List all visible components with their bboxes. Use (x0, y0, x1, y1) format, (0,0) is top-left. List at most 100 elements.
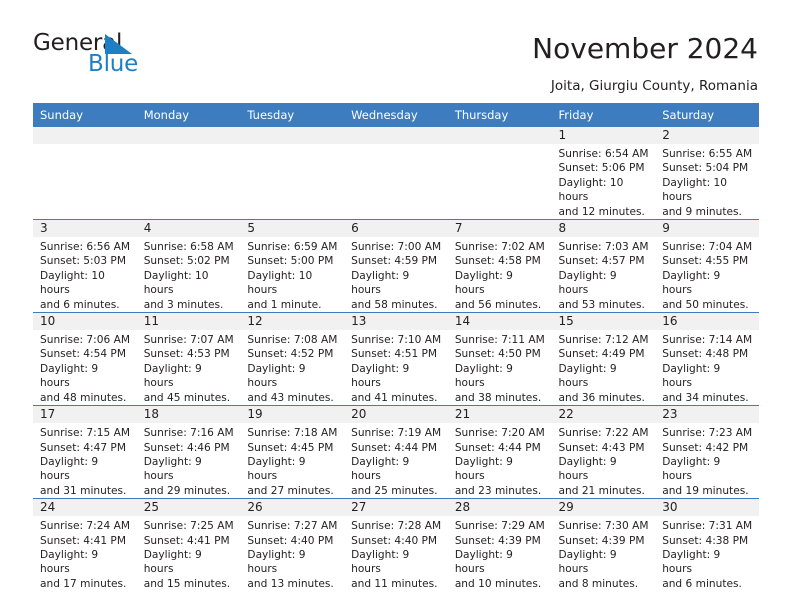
calendar-week-row: 1 Sunrise: 6:54 AM Sunset: 5:06 PM Daylig… (33, 127, 759, 220)
calendar-day-cell[interactable]: 8 Sunrise: 7:03 AM Sunset: 4:57 PM Daylig… (551, 219, 656, 313)
calendar-day-cell[interactable]: 3 Sunrise: 6:56 AM Sunset: 5:03 PM Daylig… (33, 219, 137, 313)
day-sun-info: Sunrise: 7:02 AM Sunset: 4:58 PM Dayligh… (454, 241, 545, 311)
day-sun-info (33, 144, 137, 147)
calendar-day-cell[interactable]: 30 Sunrise: 7:31 AM Sunset: 4:38 PM Dayli… (655, 498, 759, 592)
day-sun-info: Sunrise: 7:06 AM Sunset: 4:54 PM Dayligh… (40, 334, 130, 404)
day-sun-info (344, 144, 448, 147)
day-number (33, 127, 137, 144)
calendar-day-cell[interactable]: 13 Sunrise: 7:10 AM Sunset: 4:51 PM Dayli… (344, 312, 448, 406)
page-header: General Blue November 2024 Joita, Giurgi… (0, 0, 792, 103)
day-sun-info: Sunrise: 6:58 AM Sunset: 5:02 PM Dayligh… (143, 241, 234, 311)
day-number: 11 (136, 313, 241, 331)
calendar-day-cell[interactable]: 2 Sunrise: 6:55 AM Sunset: 5:04 PM Daylig… (655, 127, 759, 220)
day-number: 8 (551, 220, 656, 238)
calendar-day-cell[interactable]: 5 Sunrise: 6:59 AM Sunset: 5:00 PM Daylig… (240, 219, 345, 313)
calendar-day-cell[interactable]: 28 Sunrise: 7:29 AM Sunset: 4:39 PM Dayli… (447, 498, 552, 592)
calendar-day-cell[interactable]: 25 Sunrise: 7:25 AM Sunset: 4:41 PM Dayli… (136, 498, 241, 592)
calendar-day-cell[interactable]: 19 Sunrise: 7:18 AM Sunset: 4:45 PM Dayli… (240, 405, 345, 499)
day-sun-info: Sunrise: 7:10 AM Sunset: 4:51 PM Dayligh… (351, 334, 442, 404)
calendar-day-cell[interactable] (240, 127, 345, 220)
calendar-day-cell[interactable] (33, 127, 137, 220)
day-number: 19 (240, 406, 345, 424)
day-sun-info: Sunrise: 7:15 AM Sunset: 4:47 PM Dayligh… (40, 427, 130, 497)
calendar-day-cell[interactable] (136, 127, 241, 220)
day-number: 10 (33, 313, 137, 331)
day-number: 26 (240, 499, 345, 517)
day-sun-info: Sunrise: 7:14 AM Sunset: 4:48 PM Dayligh… (662, 334, 753, 404)
calendar-day-cell[interactable]: 18 Sunrise: 7:16 AM Sunset: 4:46 PM Dayli… (136, 405, 241, 499)
day-number: 13 (344, 313, 448, 331)
day-number: 12 (240, 313, 345, 331)
weekday-header-saturday: Saturday (655, 103, 759, 127)
calendar-day-cell[interactable]: 4 Sunrise: 6:58 AM Sunset: 5:02 PM Daylig… (136, 219, 241, 313)
day-number: 29 (551, 499, 656, 517)
day-sun-info: Sunrise: 7:22 AM Sunset: 4:43 PM Dayligh… (558, 427, 649, 497)
weekday-header-sunday: Sunday (33, 103, 137, 127)
calendar-day-cell[interactable]: 1 Sunrise: 6:54 AM Sunset: 5:06 PM Daylig… (551, 127, 656, 220)
day-sun-info: Sunrise: 7:07 AM Sunset: 4:53 PM Dayligh… (143, 334, 234, 404)
calendar-week-row: 17 Sunrise: 7:15 AM Sunset: 4:47 PM Dayli… (33, 405, 759, 499)
calendar-day-cell[interactable]: 7 Sunrise: 7:02 AM Sunset: 4:58 PM Daylig… (447, 219, 552, 313)
day-number: 21 (447, 406, 552, 424)
day-number (447, 127, 552, 144)
day-number (344, 127, 448, 144)
calendar-day-cell[interactable]: 10 Sunrise: 7:06 AM Sunset: 4:54 PM Dayli… (33, 312, 137, 406)
weekday-header-tuesday: Tuesday (240, 103, 345, 127)
day-number (240, 127, 345, 144)
day-sun-info: Sunrise: 6:54 AM Sunset: 5:06 PM Dayligh… (558, 148, 649, 218)
calendar-day-cell[interactable]: 6 Sunrise: 7:00 AM Sunset: 4:59 PM Daylig… (344, 219, 448, 313)
day-sun-info: Sunrise: 7:03 AM Sunset: 4:57 PM Dayligh… (558, 241, 649, 311)
calendar-day-cell[interactable]: 12 Sunrise: 7:08 AM Sunset: 4:52 PM Dayli… (240, 312, 345, 406)
day-sun-info: Sunrise: 7:11 AM Sunset: 4:50 PM Dayligh… (454, 334, 545, 404)
day-sun-info: Sunrise: 7:31 AM Sunset: 4:38 PM Dayligh… (662, 520, 753, 590)
day-number: 9 (655, 220, 759, 238)
day-sun-info: Sunrise: 7:04 AM Sunset: 4:55 PM Dayligh… (662, 241, 753, 311)
calendar-day-cell[interactable]: 17 Sunrise: 7:15 AM Sunset: 4:47 PM Dayli… (33, 405, 137, 499)
day-number: 14 (447, 313, 552, 331)
day-number: 25 (136, 499, 241, 517)
page-title: November 2024 (532, 32, 758, 65)
calendar-day-cell[interactable]: 29 Sunrise: 7:30 AM Sunset: 4:39 PM Dayli… (551, 498, 656, 592)
generalblue-logo[interactable]: General Blue (33, 32, 233, 82)
calendar-header-row: Sunday Monday Tuesday Wednesday Thursday… (33, 103, 759, 127)
day-sun-info: Sunrise: 7:25 AM Sunset: 4:41 PM Dayligh… (143, 520, 234, 590)
calendar-day-cell[interactable]: 15 Sunrise: 7:12 AM Sunset: 4:49 PM Dayli… (551, 312, 656, 406)
day-number: 20 (344, 406, 448, 424)
day-sun-info: Sunrise: 7:12 AM Sunset: 4:49 PM Dayligh… (558, 334, 649, 404)
weekday-header-friday: Friday (551, 103, 656, 127)
calendar-day-cell[interactable] (447, 127, 552, 220)
calendar-day-cell[interactable]: 23 Sunrise: 7:23 AM Sunset: 4:42 PM Dayli… (655, 405, 759, 499)
day-number: 7 (447, 220, 552, 238)
day-number: 23 (655, 406, 759, 424)
calendar-day-cell[interactable]: 22 Sunrise: 7:22 AM Sunset: 4:43 PM Dayli… (551, 405, 656, 499)
day-sun-info: Sunrise: 7:16 AM Sunset: 4:46 PM Dayligh… (143, 427, 234, 497)
day-number: 1 (551, 127, 656, 144)
logo-text-blue: Blue (88, 51, 139, 77)
calendar-week-row: 10 Sunrise: 7:06 AM Sunset: 4:54 PM Dayli… (33, 312, 759, 406)
day-number: 27 (344, 499, 448, 517)
calendar-page: General Blue November 2024 Joita, Giurgi… (0, 0, 792, 612)
day-sun-info: Sunrise: 7:19 AM Sunset: 4:44 PM Dayligh… (351, 427, 442, 497)
day-number: 16 (655, 313, 759, 331)
calendar-day-cell[interactable]: 11 Sunrise: 7:07 AM Sunset: 4:53 PM Dayli… (136, 312, 241, 406)
calendar-day-cell[interactable] (344, 127, 448, 220)
day-number: 18 (136, 406, 241, 424)
calendar-body: 1 Sunrise: 6:54 AM Sunset: 5:06 PM Daylig… (33, 127, 759, 592)
calendar-day-cell[interactable]: 14 Sunrise: 7:11 AM Sunset: 4:50 PM Dayli… (447, 312, 552, 406)
calendar-day-cell[interactable]: 9 Sunrise: 7:04 AM Sunset: 4:55 PM Daylig… (655, 219, 759, 313)
calendar-day-cell[interactable]: 26 Sunrise: 7:27 AM Sunset: 4:40 PM Dayli… (240, 498, 345, 592)
calendar-day-cell[interactable]: 16 Sunrise: 7:14 AM Sunset: 4:48 PM Dayli… (655, 312, 759, 406)
weekday-header-wednesday: Wednesday (344, 103, 448, 127)
weekday-header-monday: Monday (136, 103, 241, 127)
day-sun-info: Sunrise: 7:27 AM Sunset: 4:40 PM Dayligh… (247, 520, 338, 590)
day-number: 17 (33, 406, 137, 424)
day-number: 3 (33, 220, 137, 238)
calendar-day-cell[interactable]: 27 Sunrise: 7:28 AM Sunset: 4:40 PM Dayli… (344, 498, 448, 592)
day-sun-info: Sunrise: 7:08 AM Sunset: 4:52 PM Dayligh… (247, 334, 338, 404)
calendar-day-cell[interactable]: 20 Sunrise: 7:19 AM Sunset: 4:44 PM Dayli… (344, 405, 448, 499)
calendar-day-cell[interactable]: 21 Sunrise: 7:20 AM Sunset: 4:44 PM Dayli… (447, 405, 552, 499)
day-sun-info: Sunrise: 6:55 AM Sunset: 5:04 PM Dayligh… (662, 148, 753, 218)
day-sun-info: Sunrise: 7:24 AM Sunset: 4:41 PM Dayligh… (40, 520, 130, 590)
calendar-day-cell[interactable]: 24 Sunrise: 7:24 AM Sunset: 4:41 PM Dayli… (33, 498, 137, 592)
day-number: 2 (655, 127, 759, 144)
